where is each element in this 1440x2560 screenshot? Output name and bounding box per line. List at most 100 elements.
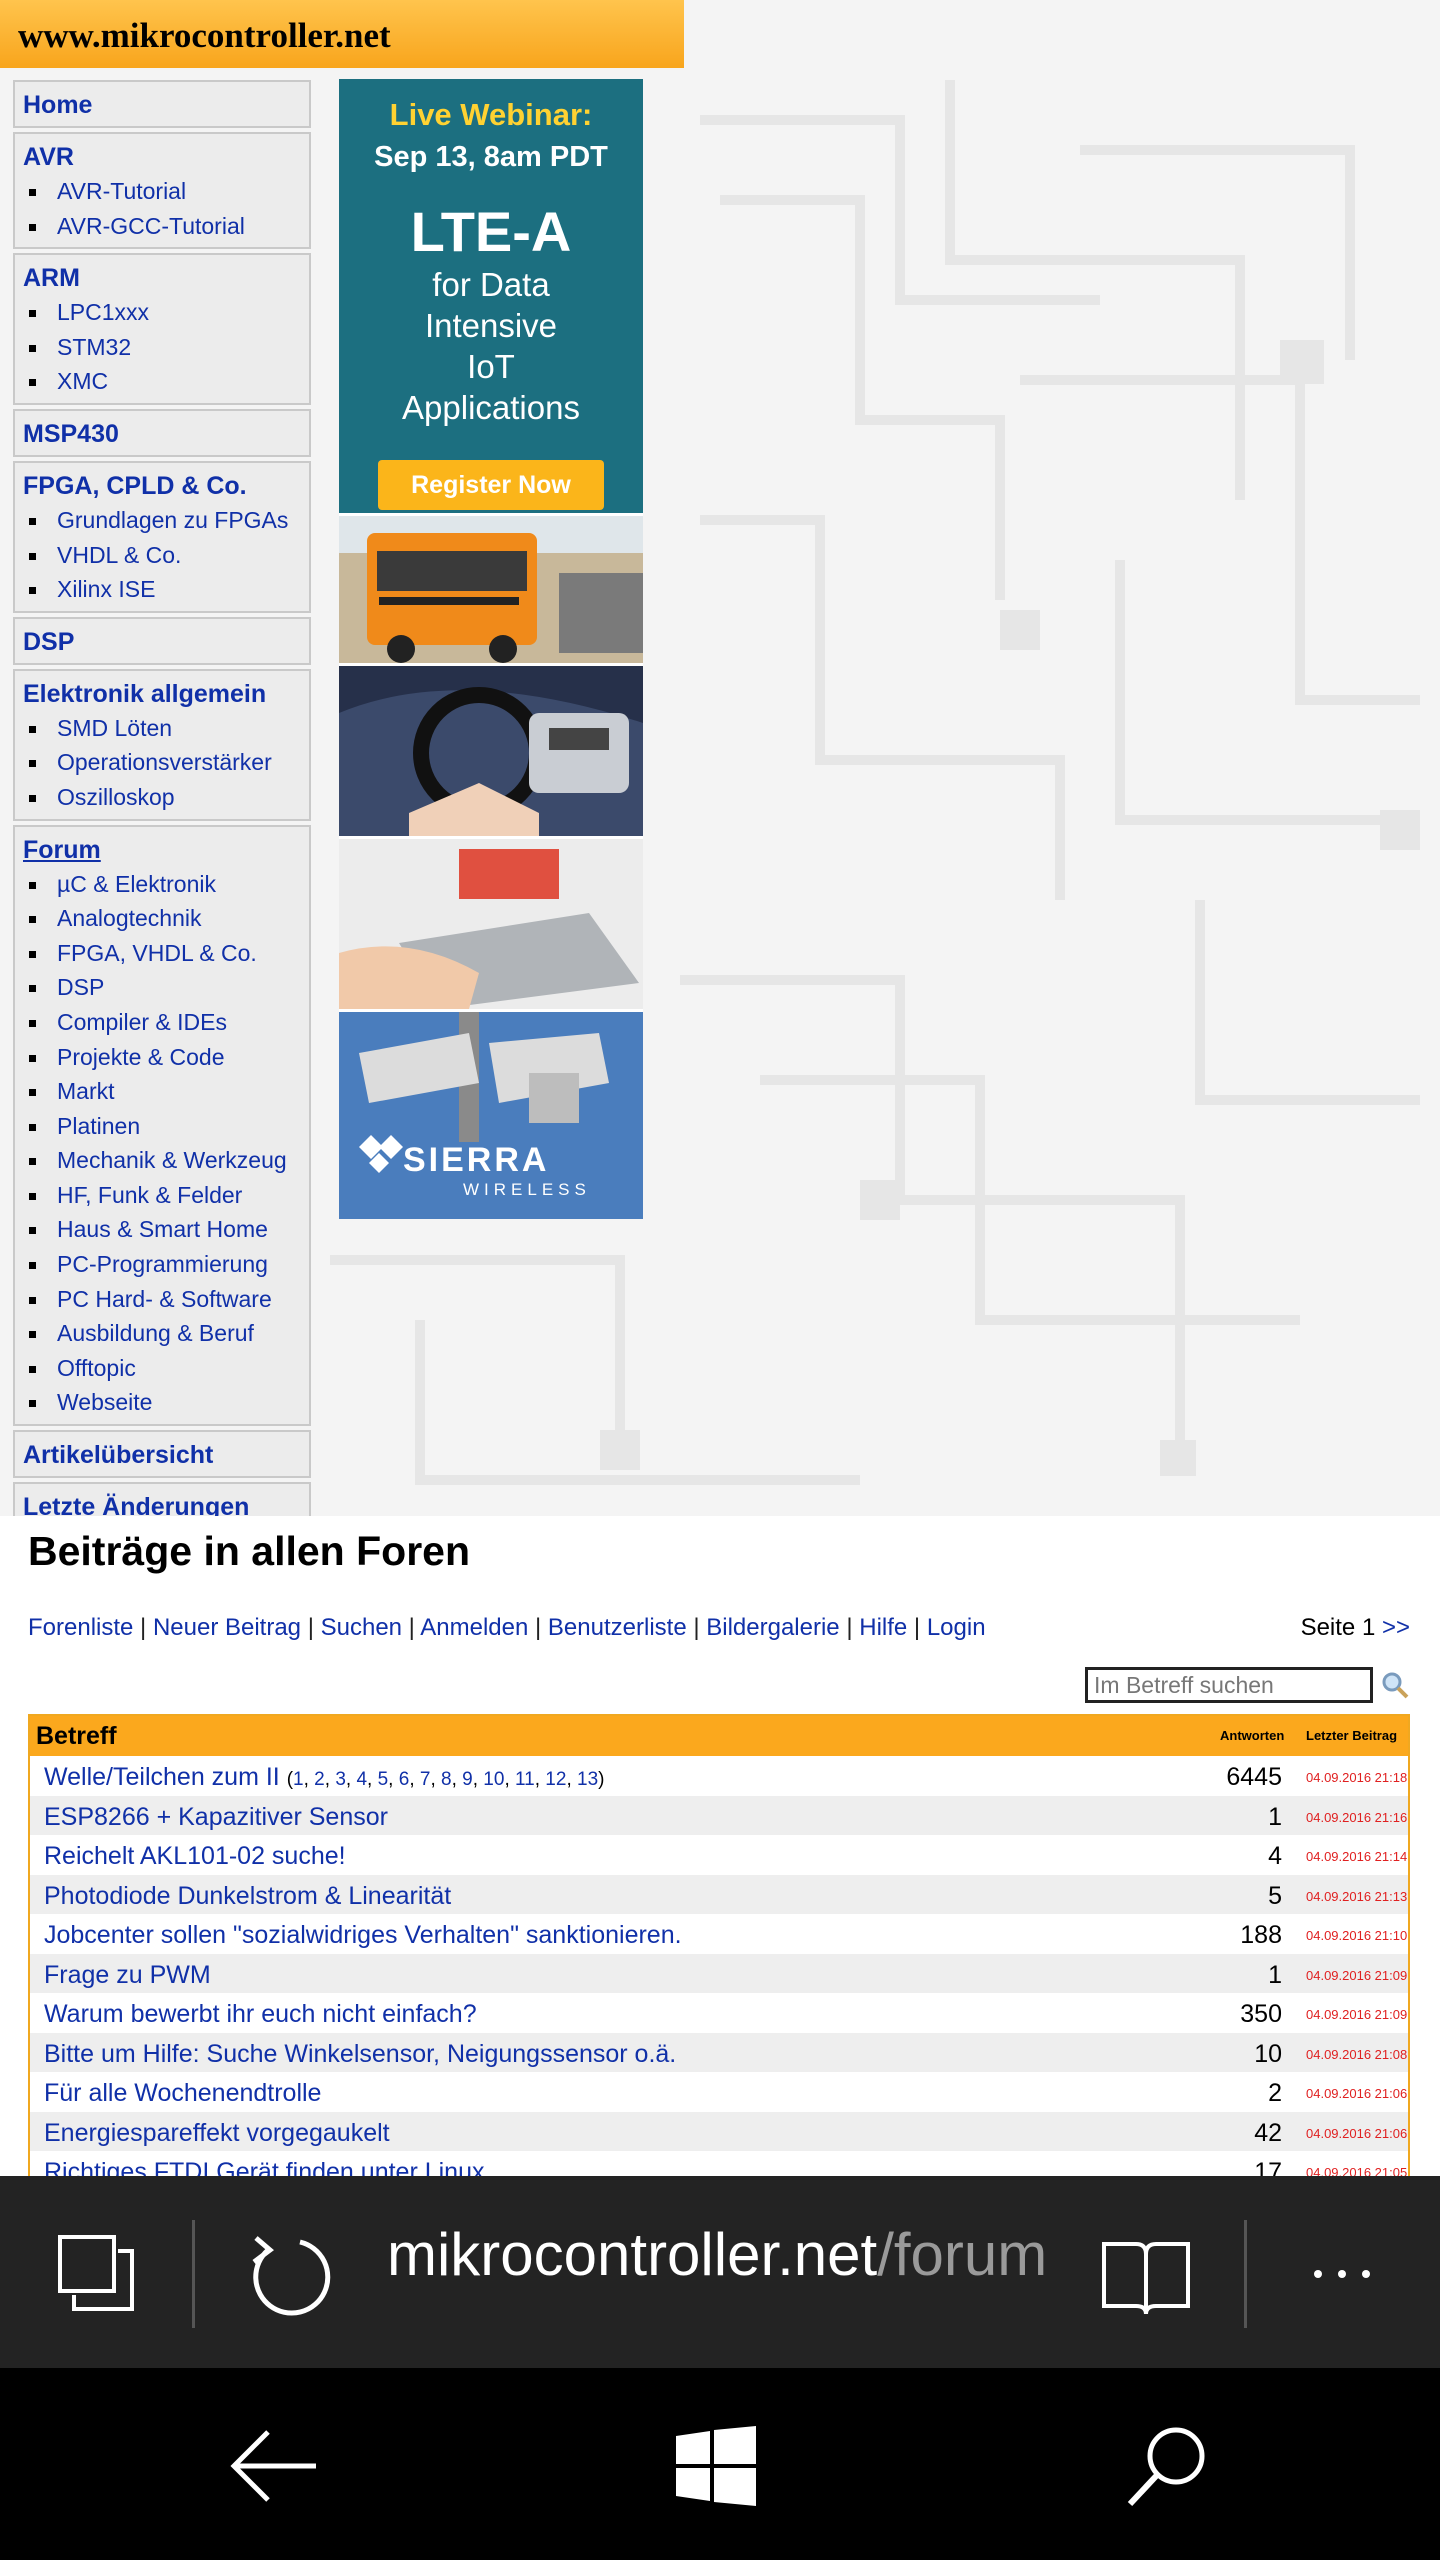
nav-item[interactable]: FPGA, VHDL & Co. — [23, 936, 301, 971]
thread-link[interactable]: Reichelt AKL101-02 suche! — [44, 1842, 346, 1871]
reading-view-icon[interactable] — [1100, 2236, 1192, 2316]
nav-item[interactable]: PC-Programmierung — [23, 1247, 301, 1282]
refresh-icon[interactable] — [248, 2234, 332, 2318]
page-link[interactable]: 12 — [545, 1769, 566, 1790]
link-login[interactable]: Login — [927, 1614, 986, 1641]
last-post-date[interactable]: 04.09.2016 21:09 — [1306, 1968, 1407, 1983]
next-page-link[interactable]: >> — [1382, 1614, 1410, 1641]
nav-fpga[interactable]: FPGA, CPLD & Co. — [23, 469, 301, 503]
nav-item[interactable]: SMD Löten — [23, 711, 301, 746]
page-link[interactable]: 9 — [462, 1769, 473, 1790]
page-link[interactable]: 10 — [483, 1769, 504, 1790]
back-icon[interactable] — [228, 2426, 318, 2506]
nav-item[interactable]: AVR-Tutorial — [23, 174, 301, 209]
search-icon[interactable] — [1126, 2424, 1210, 2508]
url-field[interactable]: mikrocontroller.net/forum — [387, 2220, 1057, 2289]
page-link[interactable]: 2 — [314, 1769, 325, 1790]
thread-link[interactable]: Photodiode Dunkelstrom & Linearität — [44, 1882, 451, 1911]
thread-link[interactable]: Welle/Teilchen zum II — [44, 1763, 280, 1791]
nav-item[interactable]: Ausbildung & Beruf — [23, 1316, 301, 1351]
page-link[interactable]: 13 — [577, 1769, 598, 1790]
page-link[interactable]: 6 — [399, 1769, 410, 1790]
nav-home[interactable]: Home — [23, 88, 301, 122]
thread-pages: (1, 2, 3, 4, 5, 6, 7, 8, 9, 10, 11, 12, … — [286, 1769, 605, 1790]
nav-item[interactable]: Projekte & Code — [23, 1040, 301, 1075]
last-post-date[interactable]: 04.09.2016 21:14 — [1306, 1849, 1407, 1864]
more-icon[interactable] — [1310, 2266, 1374, 2282]
nav-item[interactable]: STM32 — [23, 330, 301, 365]
last-post-date[interactable]: 04.09.2016 21:08 — [1306, 2047, 1407, 2062]
page-link[interactable]: 8 — [441, 1769, 452, 1790]
nav-box-letzte: Letzte Änderungen — [13, 1482, 311, 1516]
windows-icon[interactable] — [676, 2426, 756, 2506]
table-row: Energiespareffekt vorgegaukelt 42 04.09.… — [30, 2111, 1408, 2151]
ad-banner[interactable]: Live Webinar: Sep 13, 8am PDT LTE-A for … — [339, 79, 643, 1219]
last-post-date[interactable]: 04.09.2016 21:10 — [1306, 1928, 1407, 1943]
page-link[interactable]: 1 — [293, 1769, 304, 1790]
nav-item[interactable]: Webseite — [23, 1385, 301, 1420]
page-link[interactable]: 11 — [515, 1769, 535, 1790]
nav-item[interactable]: Grundlagen zu FPGAs — [23, 503, 301, 538]
link-forenliste[interactable]: Forenliste — [28, 1614, 133, 1641]
subject-search-input[interactable]: Im Betreff suchen — [1085, 1667, 1373, 1703]
thread-link[interactable]: Für alle Wochenendtrolle — [44, 2079, 321, 2108]
thread-link[interactable]: Energiespareffekt vorgegaukelt — [44, 2119, 390, 2148]
nav-item[interactable]: Xilinx ISE — [23, 572, 301, 607]
answer-count: 1 — [1268, 1802, 1282, 1831]
page-link[interactable]: 7 — [420, 1769, 431, 1790]
pagination: Seite 1 >> — [1301, 1614, 1410, 1642]
page-link[interactable]: 5 — [378, 1769, 389, 1790]
link-hilfe[interactable]: Hilfe — [859, 1614, 907, 1641]
nav-item[interactable]: Markt — [23, 1074, 301, 1109]
nav-avr[interactable]: AVR — [23, 140, 301, 174]
thread-link[interactable]: Frage zu PWM — [44, 1961, 211, 1990]
last-post-date[interactable]: 04.09.2016 21:06 — [1306, 2126, 1407, 2141]
thread-link[interactable]: Jobcenter sollen "sozialwidriges Verhalt… — [44, 1921, 682, 1950]
nav-item[interactable]: XMC — [23, 364, 301, 399]
thread-link[interactable]: Bitte um Hilfe: Suche Winkelsensor, Neig… — [44, 2040, 676, 2069]
link-anmelden[interactable]: Anmelden — [420, 1614, 528, 1641]
link-benutzerliste[interactable]: Benutzerliste — [548, 1614, 687, 1641]
thread-link[interactable]: ESP8266 + Kapazitiver Sensor — [44, 1803, 388, 1832]
nav-msp430[interactable]: MSP430 — [23, 417, 301, 451]
nav-item[interactable]: Offtopic — [23, 1351, 301, 1386]
nav-item[interactable]: PC Hard- & Software — [23, 1282, 301, 1317]
page-link[interactable]: 3 — [335, 1769, 346, 1790]
nav-artikel[interactable]: Artikelübersicht — [23, 1438, 301, 1472]
last-post-date[interactable]: 04.09.2016 21:09 — [1306, 2007, 1407, 2022]
nav-letzte[interactable]: Letzte Änderungen — [23, 1490, 301, 1516]
nav-item[interactable]: VHDL & Co. — [23, 538, 301, 573]
nav-item[interactable]: Mechanik & Werkzeug — [23, 1143, 301, 1178]
nav-item[interactable]: Analogtechnik — [23, 901, 301, 936]
last-post-date[interactable]: 04.09.2016 21:18 — [1306, 1770, 1407, 1785]
tabs-icon[interactable] — [58, 2235, 136, 2313]
search-icon[interactable] — [1380, 1670, 1410, 1700]
nav-elektronik[interactable]: Elektronik allgemein — [23, 677, 301, 711]
nav-item[interactable]: DSP — [23, 970, 301, 1005]
link-suchen[interactable]: Suchen — [321, 1614, 402, 1641]
last-post-date[interactable]: 04.09.2016 21:13 — [1306, 1889, 1407, 1904]
sidebar-nav: Home AVR AVR-Tutorial AVR-GCC-Tutorial A… — [13, 80, 311, 1516]
site-header[interactable]: www.mikrocontroller.net — [0, 0, 684, 68]
last-post-date[interactable]: 04.09.2016 21:06 — [1306, 2086, 1407, 2101]
site-title[interactable]: www.mikrocontroller.net — [18, 16, 391, 56]
nav-item[interactable]: Operationsverstärker — [23, 745, 301, 780]
link-neuer-beitrag[interactable]: Neuer Beitrag — [153, 1614, 301, 1641]
nav-item[interactable]: Compiler & IDEs — [23, 1005, 301, 1040]
nav-forum[interactable]: Forum — [23, 833, 301, 867]
register-now-button[interactable]: Register Now — [378, 460, 604, 510]
nav-item[interactable]: Platinen — [23, 1109, 301, 1144]
page-link[interactable]: 4 — [356, 1769, 367, 1790]
link-bildergalerie[interactable]: Bildergalerie — [706, 1614, 839, 1641]
nav-item[interactable]: Oszilloskop — [23, 780, 301, 815]
nav-item[interactable]: Haus & Smart Home — [23, 1212, 301, 1247]
nav-arm[interactable]: ARM — [23, 261, 301, 295]
nav-item[interactable]: AVR-GCC-Tutorial — [23, 209, 301, 244]
ad-webinar: Live Webinar: — [389, 97, 593, 132]
nav-item[interactable]: LPC1xxx — [23, 295, 301, 330]
nav-item[interactable]: HF, Funk & Felder — [23, 1178, 301, 1213]
last-post-date[interactable]: 04.09.2016 21:16 — [1306, 1810, 1407, 1825]
nav-item[interactable]: µC & Elektronik — [23, 867, 301, 902]
thread-link[interactable]: Warum bewerbt ihr euch nicht einfach? — [44, 2000, 477, 2029]
nav-dsp[interactable]: DSP — [23, 625, 301, 659]
